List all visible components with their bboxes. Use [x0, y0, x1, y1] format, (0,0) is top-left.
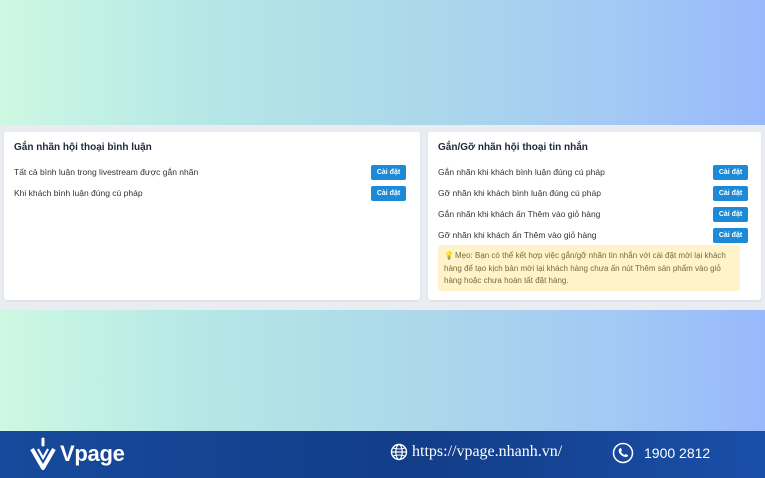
footer-banner: Vpage https://vpage.nhanh.vn/ 1900 2812 [0, 431, 765, 478]
setting-label: Gỡ nhãn khi khách ấn Thêm vào giỏ hàng [438, 230, 597, 240]
settings-button[interactable]: Cài đặt [713, 185, 748, 201]
setting-label: Gắn nhãn khi khách bình luận đúng cú phá… [438, 167, 605, 177]
website-url[interactable]: https://vpage.nhanh.vn/ [412, 443, 562, 461]
setting-row: Gắn nhãn khi khách bình luận đúng cú phá… [438, 164, 748, 180]
setting-row: Gỡ nhãn khi khách bình luận đúng cú pháp… [438, 185, 748, 201]
lightbulb-icon: 💡 [444, 251, 454, 260]
brand-logo: Vpage [30, 437, 125, 471]
settings-button[interactable]: Cài đặt [713, 164, 748, 180]
hotline[interactable]: 1900 2812 [612, 442, 710, 464]
setting-label: Tất cả bình luận trong livestream được g… [14, 167, 199, 177]
setting-row: Tất cả bình luận trong livestream được g… [14, 164, 406, 180]
setting-row: Gắn nhãn khi khách ấn Thêm vào giỏ hàng … [438, 206, 748, 222]
setting-row: Gỡ nhãn khi khách ấn Thêm vào giỏ hàng C… [438, 227, 748, 243]
panel-title: Gắn/Gỡ nhãn hội thoại tin nhắn [438, 142, 588, 153]
tip-text: Mẹo: Bạn có thể kết hợp việc gắn/gỡ nhãn… [444, 251, 726, 285]
comment-label-panel: Gắn nhãn hội thoại bình luận Tất cả bình… [4, 132, 420, 300]
website-link[interactable]: https://vpage.nhanh.vn/ [390, 443, 562, 461]
settings-button[interactable]: Cài đặt [371, 185, 406, 201]
phone-number[interactable]: 1900 2812 [644, 445, 710, 461]
tip-box: 💡Mẹo: Bạn có thể kết hợp việc gắn/gỡ nhã… [438, 245, 740, 291]
globe-icon [390, 443, 408, 461]
setting-label: Khi khách bình luận đúng cú pháp [14, 188, 143, 198]
vpage-logo-icon [30, 437, 56, 470]
message-label-panel: Gắn/Gỡ nhãn hội thoại tin nhắn Gắn nhãn … [428, 132, 761, 300]
setting-row: Khi khách bình luận đúng cú pháp Cài đặt [14, 185, 406, 201]
settings-button[interactable]: Cài đặt [371, 164, 406, 180]
setting-label: Gắn nhãn khi khách ấn Thêm vào giỏ hàng [438, 209, 601, 219]
phone-icon [612, 442, 634, 464]
brand-name: Vpage [60, 441, 125, 466]
settings-button[interactable]: Cài đặt [713, 206, 748, 222]
setting-label: Gỡ nhãn khi khách bình luận đúng cú pháp [438, 188, 601, 198]
settings-button[interactable]: Cài đặt [713, 227, 748, 243]
panel-title: Gắn nhãn hội thoại bình luận [14, 142, 152, 153]
